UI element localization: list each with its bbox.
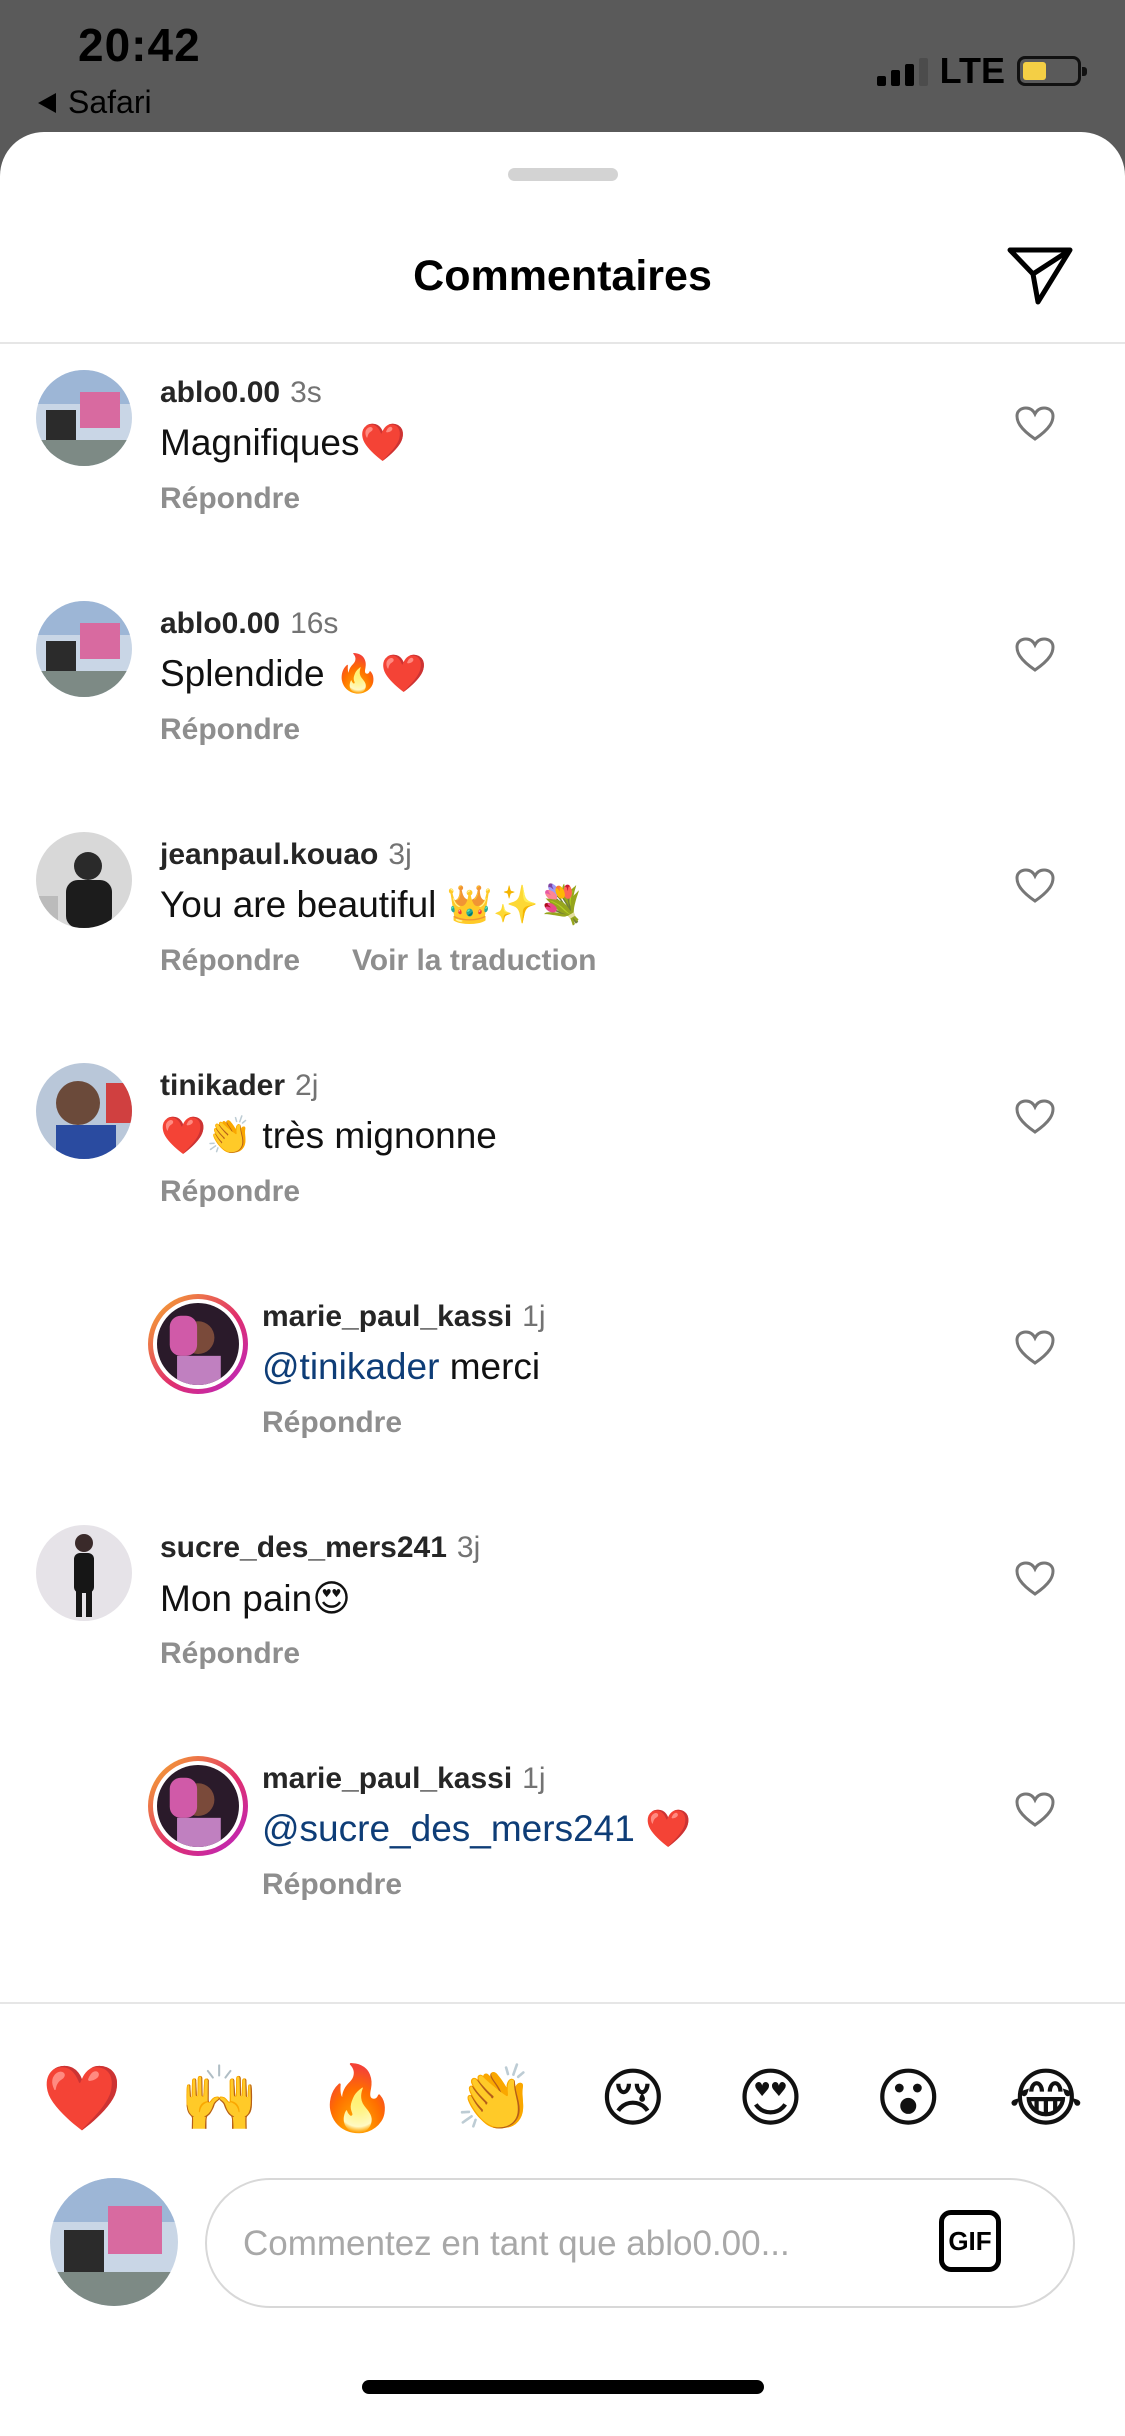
comment-text: You are beautiful 👑✨💐	[160, 884, 585, 925]
comment-time: 3s	[290, 376, 322, 409]
comment-time: 16s	[290, 607, 339, 640]
reaction-laughing-button[interactable]: 😂	[998, 2050, 1094, 2146]
battery-icon	[1017, 56, 1087, 86]
comment-username[interactable]: tinikader 2j	[160, 1069, 318, 1103]
comment-text: Magnifiques❤️	[160, 422, 406, 463]
like-heart-icon[interactable]	[1015, 406, 1055, 442]
home-indicator	[362, 2380, 764, 2394]
avatar[interactable]	[36, 1525, 132, 1621]
reply-button[interactable]: Répondre	[160, 1175, 300, 1209]
comment-input-placeholder: Commentez en tant que ablo0.00...	[243, 2224, 790, 2263]
comment-username[interactable]: ablo0.00 3s	[160, 376, 322, 410]
quick-reactions-bar: ❤️ 🙌 🔥 👏 😢 😍 😮 😂	[34, 2050, 1094, 2146]
reaction-surprised-button[interactable]: 😮	[860, 2050, 956, 2146]
comment-item: ablo0.00 16s Splendide 🔥❤️ Répondre	[0, 601, 1125, 821]
like-heart-icon[interactable]	[1015, 1099, 1055, 1135]
comment-time: 3j	[456, 1531, 481, 1564]
reaction-heart-eyes-button[interactable]: 😍	[723, 2050, 819, 2146]
reaction-raised-hands-button[interactable]: 🙌	[172, 2050, 268, 2146]
reaction-clap-button[interactable]: 👏	[447, 2050, 543, 2146]
reply-button[interactable]: Répondre	[160, 713, 300, 747]
reply-comment-item: marie_paul_kassi 1j @tinikader merci Répo…	[0, 1294, 1125, 1514]
comment-item: tinikader 2j ❤️👏 très mignonne Répondre	[0, 1063, 1125, 1283]
status-indicators: LTE	[876, 50, 1087, 92]
reply-button[interactable]: Répondre	[160, 1637, 300, 1671]
avatar[interactable]	[36, 1063, 132, 1159]
status-time: 20:42	[78, 19, 201, 71]
my-avatar	[50, 2178, 178, 2306]
comment-username[interactable]: sucre_des_mers241 3j	[160, 1531, 480, 1565]
reply-button[interactable]: Répondre	[160, 944, 300, 978]
comment-item: ablo0.00 3s Magnifiques❤️ Répondre	[0, 370, 1125, 590]
comment-username[interactable]: marie_paul_kassi 1j	[262, 1300, 546, 1334]
comment-time: 1j	[522, 1762, 546, 1795]
status-bar: 20:42 Safari LTE	[0, 0, 1125, 140]
comment-time: 2j	[295, 1069, 319, 1102]
like-heart-icon[interactable]	[1015, 868, 1055, 904]
see-translation-button[interactable]: Voir la traduction	[352, 944, 596, 978]
like-heart-icon[interactable]	[1015, 1561, 1055, 1597]
reaction-crying-button[interactable]: 😢	[585, 2050, 681, 2146]
header-divider	[0, 342, 1125, 344]
comment-item: sucre_des_mers241 3j Mon pain😍 Répondre	[0, 1525, 1125, 1745]
comment-username[interactable]: jeanpaul.kouao 3j	[160, 838, 412, 872]
reply-comment-item: marie_paul_kassi 1j @sucre_des_mers241 ❤️…	[0, 1756, 1125, 1976]
signal-icon	[876, 56, 928, 86]
reply-button[interactable]: Répondre	[262, 1868, 402, 1902]
comment-text: @tinikader merci	[262, 1346, 541, 1387]
avatar[interactable]	[36, 832, 132, 928]
composer-divider	[0, 2002, 1125, 2004]
avatar[interactable]	[36, 370, 132, 466]
sheet-grabber[interactable]	[508, 168, 618, 181]
like-heart-icon[interactable]	[1015, 637, 1055, 673]
comment-item: jeanpaul.kouao 3j You are beautiful 👑✨💐 R…	[0, 832, 1125, 1052]
comment-username[interactable]: marie_paul_kassi 1j	[262, 1762, 546, 1796]
comment-time: 1j	[522, 1300, 546, 1333]
comment-text: Splendide 🔥❤️	[160, 653, 428, 694]
comments-sheet: Commentaires ablo0.00 3s Magnifiques❤️ Ré…	[0, 132, 1125, 2436]
like-heart-icon[interactable]	[1015, 1792, 1055, 1828]
network-label: LTE	[939, 50, 1005, 91]
back-to-safari-button[interactable]: Safari	[38, 84, 152, 121]
comment-time: 3j	[388, 838, 412, 871]
like-heart-icon[interactable]	[1015, 1330, 1055, 1366]
reply-button[interactable]: Répondre	[160, 482, 300, 516]
send-icon[interactable]	[1005, 242, 1075, 308]
reaction-fire-button[interactable]: 🔥	[309, 2050, 405, 2146]
story-ring-avatar[interactable]	[148, 1756, 248, 1856]
reply-button[interactable]: Répondre	[262, 1406, 402, 1440]
back-label: Safari	[68, 84, 152, 120]
gif-button[interactable]: GIF	[939, 2210, 1001, 2272]
comment-text: ❤️👏 très mignonne	[160, 1115, 497, 1156]
back-arrow-icon	[38, 92, 56, 113]
sheet-title: Commentaires	[413, 252, 712, 300]
mention-link[interactable]: @sucre_des_mers241	[262, 1808, 635, 1849]
comment-text: Mon pain😍	[160, 1578, 351, 1619]
avatar[interactable]	[36, 601, 132, 697]
story-ring-avatar[interactable]	[148, 1294, 248, 1394]
reaction-heart-button[interactable]: ❤️	[34, 2050, 130, 2146]
comment-input[interactable]: Commentez en tant que ablo0.00... GIF	[205, 2178, 1075, 2308]
comment-text: @sucre_des_mers241 ❤️	[262, 1808, 692, 1849]
comment-username[interactable]: ablo0.00 16s	[160, 607, 338, 641]
mention-link[interactable]: @tinikader	[262, 1346, 439, 1387]
